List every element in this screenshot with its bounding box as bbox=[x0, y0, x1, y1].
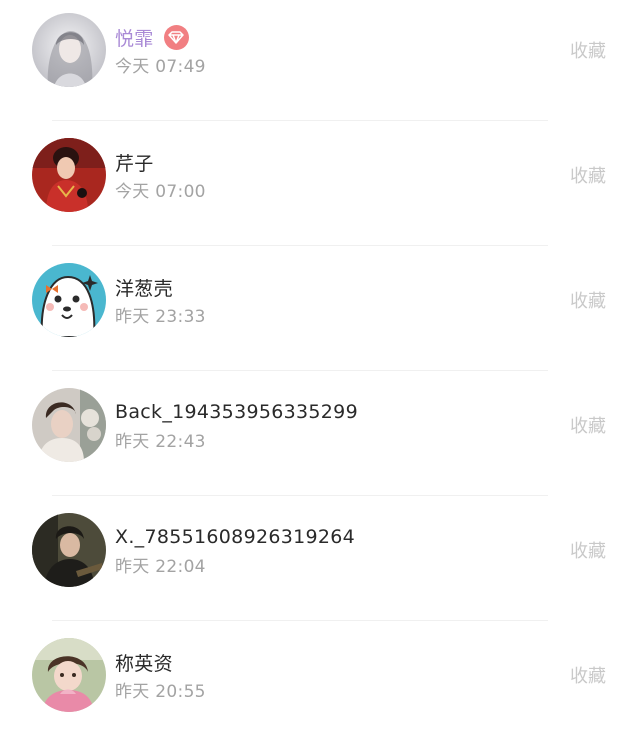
user-name[interactable]: 悦霏 bbox=[115, 24, 154, 51]
list-item[interactable]: 悦霏 今天 07:49 收藏 bbox=[0, 0, 640, 125]
diamond-icon bbox=[163, 24, 189, 50]
avatar[interactable] bbox=[32, 638, 106, 712]
avatar[interactable] bbox=[32, 138, 106, 212]
name-line: 称英资 bbox=[115, 648, 173, 676]
user-name[interactable]: 洋葱壳 bbox=[115, 274, 173, 301]
avatar[interactable] bbox=[32, 513, 106, 587]
avatar[interactable] bbox=[32, 13, 106, 87]
list-item[interactable]: 称英资 昨天 20:55 收藏 bbox=[0, 625, 640, 750]
timestamp: 昨天 20:55 bbox=[115, 682, 206, 702]
avatar[interactable] bbox=[32, 388, 106, 462]
avatar-image bbox=[32, 138, 106, 212]
user-name[interactable]: 称英资 bbox=[115, 649, 173, 676]
list-item[interactable]: Back_194353956335299 昨天 22:43 收藏 bbox=[0, 375, 640, 500]
name-line: X._78551608926319264 bbox=[115, 523, 355, 551]
timestamp: 今天 07:49 bbox=[115, 57, 206, 77]
name-line: 洋葱壳 bbox=[115, 273, 173, 301]
avatar-image bbox=[32, 388, 106, 462]
favorite-button[interactable]: 收藏 bbox=[570, 287, 606, 313]
avatar-image bbox=[32, 513, 106, 587]
avatar-image bbox=[32, 638, 106, 712]
list-item[interactable]: 洋葱壳 昨天 23:33 收藏 bbox=[0, 250, 640, 375]
avatar-image bbox=[32, 263, 106, 337]
divider bbox=[52, 245, 548, 246]
favorite-button[interactable]: 收藏 bbox=[570, 162, 606, 188]
timestamp: 昨天 22:43 bbox=[115, 432, 206, 452]
timestamp: 昨天 23:33 bbox=[115, 307, 206, 327]
divider bbox=[52, 370, 548, 371]
favorite-button[interactable]: 收藏 bbox=[570, 537, 606, 563]
name-line: 芹子 bbox=[115, 148, 154, 176]
timestamp: 今天 07:00 bbox=[115, 182, 206, 202]
user-name[interactable]: Back_194353956335299 bbox=[115, 401, 358, 423]
name-line: Back_194353956335299 bbox=[115, 398, 358, 426]
user-name[interactable]: 芹子 bbox=[115, 149, 154, 176]
divider bbox=[52, 620, 548, 621]
favorite-button[interactable]: 收藏 bbox=[570, 412, 606, 438]
list-item[interactable]: X._78551608926319264 昨天 22:04 收藏 bbox=[0, 500, 640, 625]
name-line: 悦霏 bbox=[115, 23, 189, 51]
avatar-image bbox=[32, 13, 106, 87]
list-item[interactable]: 芹子 今天 07:00 收藏 bbox=[0, 125, 640, 250]
favorite-button[interactable]: 收藏 bbox=[570, 662, 606, 688]
divider bbox=[52, 495, 548, 496]
avatar[interactable] bbox=[32, 263, 106, 337]
user-name[interactable]: X._78551608926319264 bbox=[115, 526, 355, 548]
favorite-button[interactable]: 收藏 bbox=[570, 37, 606, 63]
divider bbox=[52, 120, 548, 121]
timestamp: 昨天 22:04 bbox=[115, 557, 206, 577]
user-list: 悦霏 今天 07:49 收藏 芹子 今天 07:00 收藏 洋葱壳 昨天 23:… bbox=[0, 0, 640, 735]
